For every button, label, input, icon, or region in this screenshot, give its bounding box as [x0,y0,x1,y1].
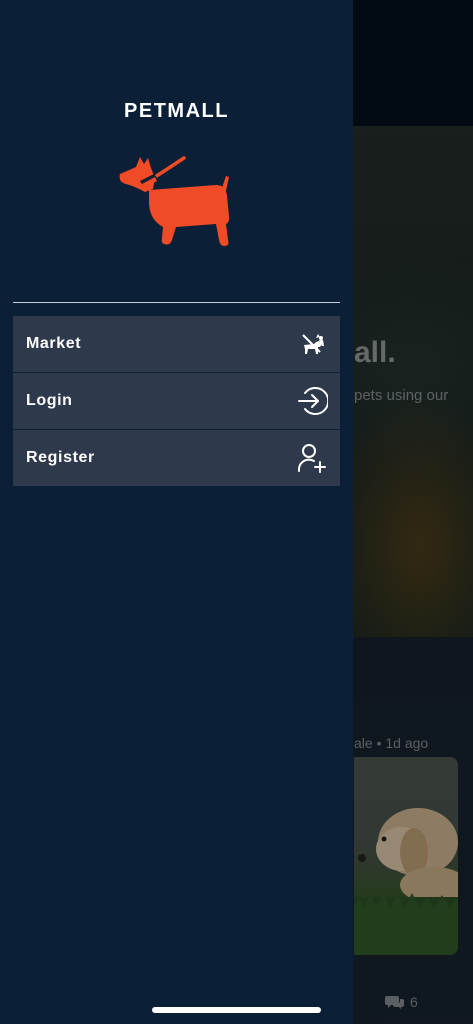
menu-item-login[interactable]: Login [13,373,340,429]
dog-icon [119,156,230,246]
home-indicator[interactable] [152,1007,321,1013]
login-arrow-icon [296,385,328,417]
menu-item-register[interactable]: Register [13,430,340,486]
drawer-menu: Market Login Register [13,316,340,487]
menu-item-market[interactable]: Market [13,316,340,372]
dog-walking-icon [296,328,328,360]
navigation-drawer: PETMALL Market Login Register [0,0,353,1024]
add-user-icon [296,442,328,474]
menu-item-label: Register [26,449,95,466]
menu-item-label: Market [26,335,82,352]
menu-item-label: Login [26,392,73,409]
brand-title: PETMALL [124,100,229,122]
drawer-divider [13,302,340,303]
